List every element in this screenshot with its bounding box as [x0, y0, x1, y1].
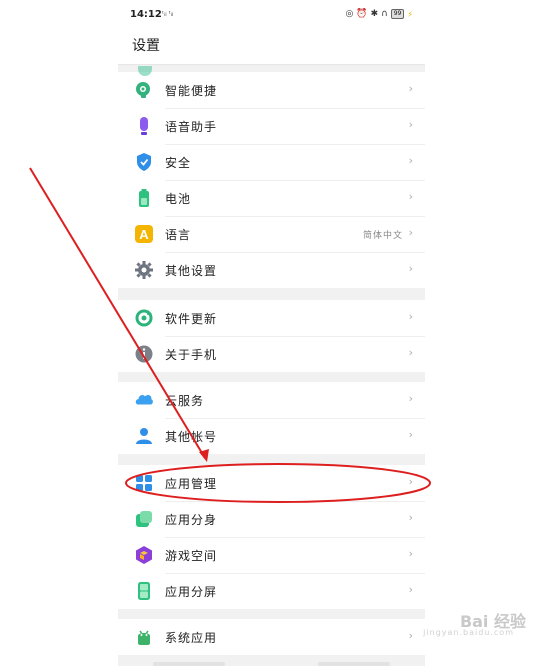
settings-item-about[interactable]: 关于手机 ›: [118, 336, 425, 372]
gear-icon: [134, 260, 154, 280]
settings-item-app-clone[interactable]: 应用分身 ›: [118, 501, 425, 537]
app-manage-icon: [134, 473, 154, 493]
chevron-right-icon: ›: [408, 82, 413, 95]
battery-icon: [134, 188, 154, 208]
headphone-icon: ∩: [381, 9, 388, 19]
settings-item-label: 其他帐号: [165, 430, 218, 444]
app-clone-icon: [134, 509, 154, 529]
game-space-icon: [134, 545, 154, 565]
settings-item-label: 智能便捷: [165, 84, 218, 98]
settings-group-3: 云服务 › 其他帐号 ›: [118, 382, 425, 454]
status-bar: 14:12 ᵗᵢₗ ᵗᵢₗ ◎ ⏰ ✱ ∩ 99 ⚡: [118, 0, 425, 32]
settings-item-label: 系统应用: [165, 631, 218, 645]
nav-bar-right: [318, 662, 390, 666]
chevron-right-icon: ›: [408, 226, 413, 239]
settings-item-label: 应用分身: [165, 513, 218, 527]
settings-item-split-screen[interactable]: 应用分屏 ›: [118, 573, 425, 609]
battery-level: 99: [390, 9, 405, 19]
chevron-right-icon: ›: [408, 118, 413, 131]
watermark-url: jingyan.baidu.com: [423, 628, 514, 637]
settings-item-app-manage[interactable]: 应用管理 ›: [118, 465, 425, 501]
language-value: 简体中文: [362, 231, 403, 241]
settings-item-label: 软件更新: [165, 312, 218, 326]
settings-group-5: 系统应用 ›: [118, 619, 425, 655]
chevron-right-icon: ›: [408, 310, 413, 323]
info-icon: [134, 344, 154, 364]
status-icons: ◎ ⏰ ✱ ∩ 99 ⚡: [346, 9, 413, 19]
chevron-right-icon: ›: [408, 262, 413, 275]
settings-item-label: 其他设置: [165, 264, 218, 278]
settings-item-system-apps[interactable]: 系统应用 ›: [118, 619, 425, 655]
smart-assist-icon: [134, 80, 154, 100]
nfc-icon: ◎: [345, 9, 354, 19]
cloud-icon: [134, 390, 154, 410]
settings-item-label: 关于手机: [165, 348, 218, 362]
settings-group-1: 智能便捷 › 语音助手 › 安全 › 电池 › A 语言 简体中文 › 其他设置…: [118, 66, 425, 288]
microphone-icon: [134, 116, 154, 136]
page-header: 设置: [118, 32, 425, 65]
settings-item-label: 游戏空间: [165, 549, 218, 563]
account-icon: [134, 426, 154, 446]
settings-item-language[interactable]: A 语言 简体中文 ›: [118, 216, 425, 252]
settings-item-label: 电池: [165, 192, 192, 206]
settings-item-label: 语音助手: [165, 120, 218, 134]
chevron-right-icon: ›: [408, 583, 413, 596]
settings-item-voice[interactable]: 语音助手 ›: [118, 108, 425, 144]
update-icon: [134, 308, 154, 328]
charging-icon: ⚡: [407, 9, 413, 19]
phone-screen: 14:12 ᵗᵢₗ ᵗᵢₗ ◎ ⏰ ✱ ∩ 99 ⚡ 设置 智能便捷 › 语音助…: [118, 0, 425, 666]
chevron-right-icon: ›: [408, 511, 413, 524]
bluetooth-icon: ✱: [370, 9, 379, 19]
shield-icon: [134, 152, 154, 172]
chevron-right-icon: ›: [408, 475, 413, 488]
chevron-right-icon: ›: [408, 392, 413, 405]
settings-item-battery[interactable]: 电池 ›: [118, 180, 425, 216]
settings-item-label: 应用分屏: [165, 585, 218, 599]
settings-item-label: 语言: [165, 228, 192, 242]
language-icon: A: [134, 224, 154, 244]
settings-group-2: 软件更新 › 关于手机 ›: [118, 300, 425, 372]
settings-item-smart[interactable]: 智能便捷 ›: [118, 72, 425, 108]
settings-item-cloud[interactable]: 云服务 ›: [118, 382, 425, 418]
chevron-right-icon: ›: [408, 547, 413, 560]
chevron-right-icon: ›: [408, 346, 413, 359]
svg-text:A: A: [139, 227, 149, 242]
settings-item-security[interactable]: 安全 ›: [118, 144, 425, 180]
split-screen-icon: [134, 581, 154, 601]
chevron-right-icon: ›: [408, 629, 413, 642]
chevron-right-icon: ›: [408, 190, 413, 203]
settings-item-other[interactable]: 其他设置 ›: [118, 252, 425, 288]
settings-group-4: 应用管理 › 应用分身 › 游戏空间 › 应用分屏 ›: [118, 465, 425, 609]
chevron-right-icon: ›: [408, 428, 413, 441]
settings-item-label: 安全: [165, 156, 192, 170]
page-title: 设置: [132, 38, 160, 54]
nav-bar-left: [153, 662, 225, 666]
settings-item-label: 云服务: [165, 394, 205, 408]
alarm-icon: ⏰: [356, 9, 368, 19]
chevron-right-icon: ›: [408, 154, 413, 167]
settings-item-update[interactable]: 软件更新 ›: [118, 300, 425, 336]
status-time: 14:12: [130, 9, 162, 20]
settings-item-game-space[interactable]: 游戏空间 ›: [118, 537, 425, 573]
settings-item-label: 应用管理: [165, 477, 218, 491]
system-apps-icon: [134, 627, 154, 647]
settings-item-accounts[interactable]: 其他帐号 ›: [118, 418, 425, 454]
signal-icon: ᵗᵢₗ ᵗᵢₗ: [162, 10, 174, 18]
